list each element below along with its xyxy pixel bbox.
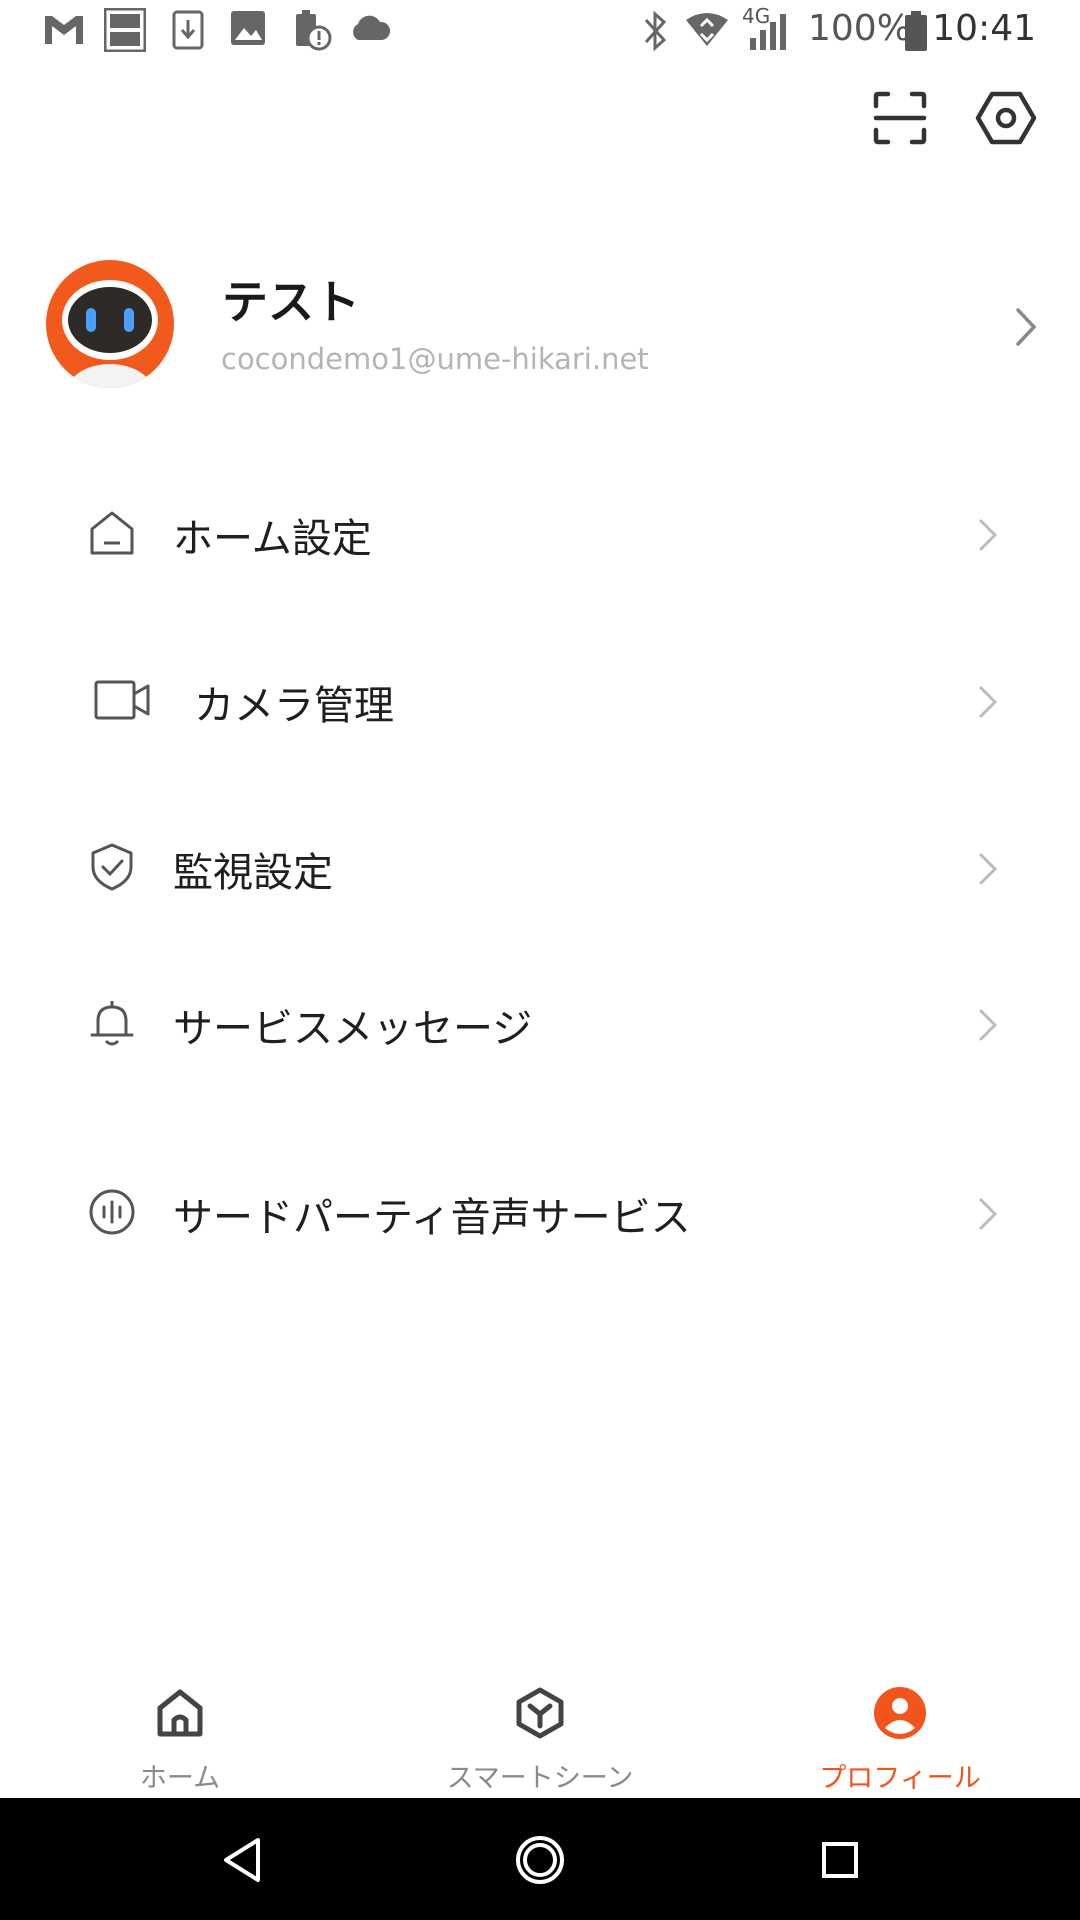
- tab-profile[interactable]: プロフィール: [720, 1660, 1080, 1798]
- chevron-right-icon: [979, 519, 998, 551]
- voice-icon: [89, 1189, 135, 1235]
- recents-icon[interactable]: [812, 1832, 868, 1888]
- camera-icon: [94, 680, 150, 720]
- chevron-right-icon: [979, 686, 998, 718]
- shield-check-icon: [91, 843, 133, 891]
- profile-icon: [874, 1687, 926, 1739]
- cloud-icon: [353, 15, 391, 40]
- chevron-right-icon: [979, 853, 998, 885]
- home-icon: [157, 1689, 203, 1737]
- menu-item-monitoring-settings[interactable]: 監視設定: [0, 812, 1080, 922]
- wifi-icon: [686, 13, 728, 46]
- menu-item-service-messages[interactable]: サービスメッセージ: [0, 968, 1080, 1078]
- tab-label: スマートシーン: [446, 1763, 634, 1794]
- battery-percent: 100%: [808, 8, 911, 49]
- status-bar: 4G 100% 10:41: [0, 0, 1080, 62]
- chevron-right-icon: [979, 1009, 998, 1041]
- tab-home[interactable]: ホーム: [0, 1660, 360, 1798]
- bottom-nav: ホーム スマートシーン プロフィール: [0, 1660, 1080, 1798]
- scene-cube-icon: [516, 1687, 564, 1739]
- system-nav-bar: [0, 1798, 1080, 1920]
- back-icon[interactable]: [214, 1832, 270, 1888]
- download-icon: [172, 10, 204, 50]
- avatar: [46, 260, 174, 388]
- menu-item-label: カメラ管理: [194, 683, 394, 729]
- menu-item-label: サードパーティ音声サービス: [173, 1195, 691, 1241]
- scan-icon[interactable]: [870, 88, 930, 148]
- profile-card[interactable]: テスト cocondemo1@ume-hikari.net: [0, 252, 1080, 402]
- menu-item-label: 監視設定: [173, 850, 333, 896]
- battery-icon: [905, 11, 927, 51]
- home-circle-icon[interactable]: [512, 1832, 568, 1888]
- image-icon: [231, 11, 265, 45]
- menu-item-label: サービスメッセージ: [173, 1006, 533, 1052]
- bell-icon: [90, 1001, 134, 1046]
- user-name: テスト: [222, 275, 360, 329]
- chevron-right-icon: [1016, 308, 1037, 346]
- menu-item-label: ホーム設定: [173, 516, 372, 562]
- menu-item-camera-management[interactable]: カメラ管理: [0, 645, 1080, 755]
- tab-smart-scene[interactable]: スマートシーン: [360, 1660, 720, 1798]
- iconit-icon: [104, 8, 146, 52]
- menu-item-home-settings[interactable]: ホーム設定: [0, 478, 1080, 588]
- menu-item-third-party-voice[interactable]: サードパーティ音声サービス: [0, 1157, 1080, 1267]
- home-icon: [90, 511, 134, 555]
- battery-alert-icon: [296, 10, 332, 51]
- signal-icon: [750, 14, 786, 50]
- bluetooth-icon: [644, 10, 667, 52]
- clock: 10:41: [932, 8, 1036, 49]
- user-email: cocondemo1@ume-hikari.net: [221, 342, 649, 376]
- gmail-icon: [45, 16, 83, 44]
- tab-label: プロフィール: [819, 1763, 981, 1794]
- tab-label: ホーム: [139, 1763, 221, 1794]
- chevron-right-icon: [979, 1198, 998, 1230]
- settings-hexagon-icon[interactable]: [974, 86, 1038, 150]
